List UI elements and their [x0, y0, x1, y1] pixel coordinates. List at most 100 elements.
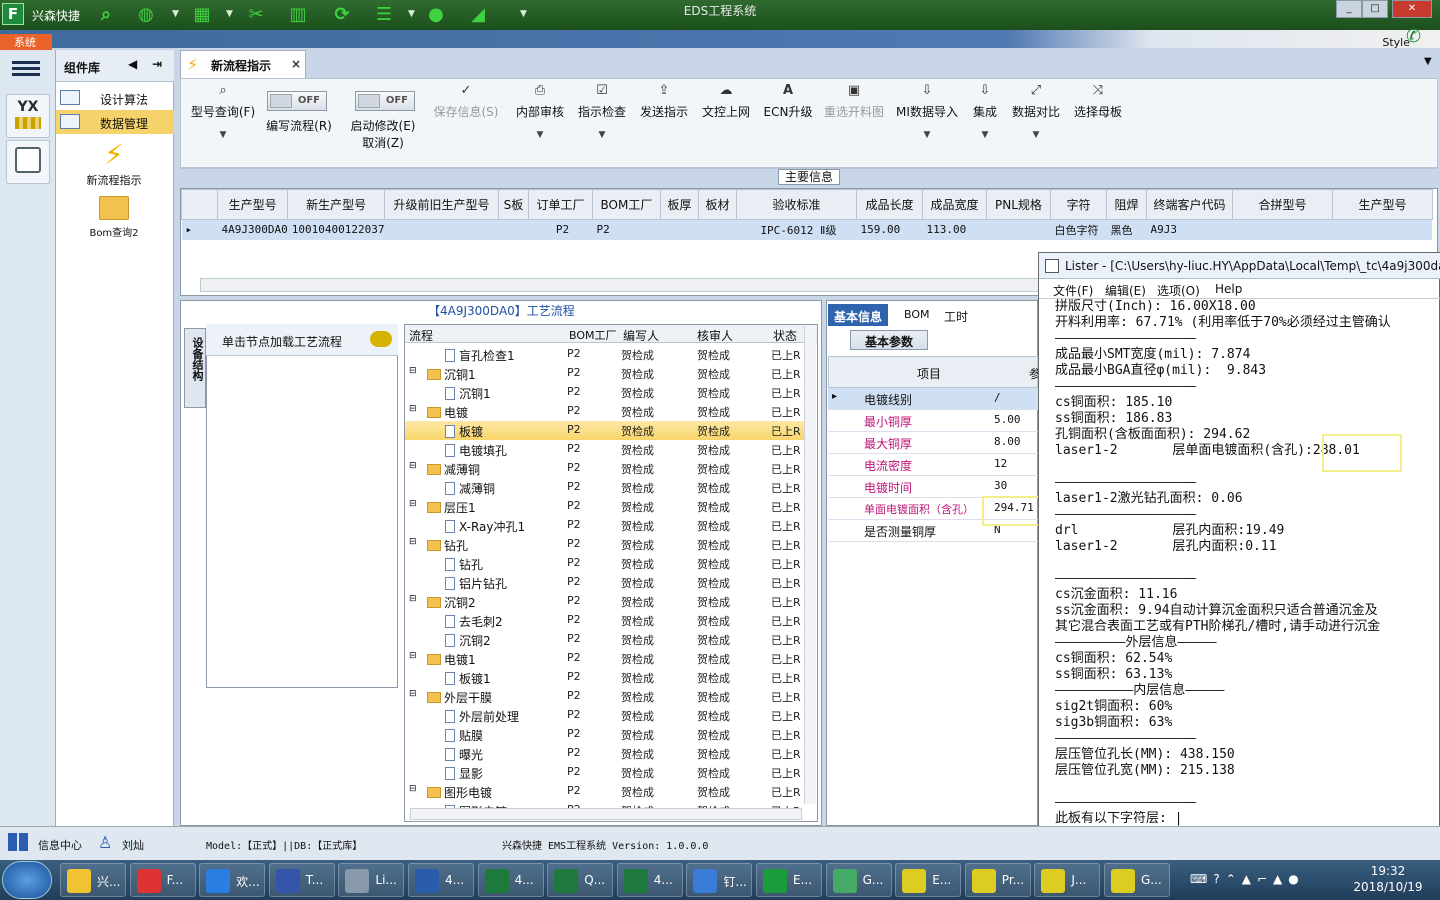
- maximize-button[interactable]: □: [1362, 0, 1388, 18]
- doc-control-online-button[interactable]: ☁ 文控上网: [697, 83, 755, 120]
- menu-edit[interactable]: 编辑(E): [1105, 282, 1146, 299]
- column-header[interactable]: 字符: [1049, 189, 1107, 220]
- menu-file[interactable]: 文件(F): [1053, 282, 1093, 299]
- tree-row[interactable]: 外层前处理 P2 贺检成 贺检成 已上R: [405, 706, 805, 725]
- tree-row[interactable]: 沉铜1 ⊟ P2 贺检成 贺检成 已上R: [405, 364, 805, 383]
- column-header[interactable]: BOM工厂: [591, 189, 661, 220]
- column-header[interactable]: 生产型号: [1331, 189, 1433, 220]
- collapse-toggle-icon[interactable]: ⊟: [409, 594, 417, 604]
- param-row[interactable]: 电镀时间 30: [828, 476, 1038, 498]
- chevron-down-icon[interactable]: ▼: [408, 9, 415, 19]
- tree-row[interactable]: 显影 P2 贺检成 贺检成 已上R: [405, 763, 805, 782]
- tab-equipment-structure[interactable]: 设备结构: [184, 328, 206, 408]
- param-value[interactable]: 30: [994, 479, 1007, 492]
- search-icon[interactable]: ⌕: [94, 3, 118, 27]
- param-row[interactable]: 电流密度 12: [828, 454, 1038, 476]
- tree-node[interactable]: 电镀: [427, 404, 468, 421]
- column-header[interactable]: 订单工厂: [527, 189, 593, 220]
- reselect-cutting-chart-button[interactable]: ▣ 重选开料图: [821, 83, 887, 120]
- tree-row[interactable]: 电镀1 ⊟ P2 贺检成 贺检成 已上R: [405, 649, 805, 668]
- collapse-toggle-icon[interactable]: ⊟: [409, 366, 417, 376]
- column-header[interactable]: 状态: [773, 327, 797, 344]
- column-header[interactable]: BOM工厂: [569, 327, 617, 343]
- tree-node[interactable]: X-Ray冲孔1: [445, 518, 525, 535]
- tree-node[interactable]: 沉铜1: [427, 366, 476, 383]
- tree-node[interactable]: 外层干膜: [427, 689, 492, 706]
- tree-row[interactable]: 沉铜2 P2 贺检成 贺检成 已上R: [405, 630, 805, 649]
- taskbar-item[interactable]: Li...: [338, 863, 405, 897]
- save-info-button[interactable]: ✓ 保存信息(S): [429, 83, 503, 120]
- cancel-edit-label[interactable]: 取消(Z): [341, 134, 425, 151]
- chevron-down-icon[interactable]: ▼: [172, 9, 179, 19]
- tab-bom[interactable]: BOM: [898, 304, 936, 326]
- cell[interactable]: [698, 219, 737, 240]
- cell[interactable]: [384, 219, 499, 240]
- info-center-link[interactable]: 信息中心: [38, 837, 82, 853]
- pin-icon[interactable]: ⇥: [152, 57, 162, 71]
- tree-node[interactable]: 沉铜2: [427, 594, 476, 611]
- taskbar-item[interactable]: 兴...: [60, 863, 126, 897]
- column-header[interactable]: PNL规格: [985, 189, 1051, 220]
- tree-node[interactable]: 钻孔: [427, 537, 468, 554]
- instruction-check-button[interactable]: ☑ 指示检查 ▼: [573, 83, 631, 140]
- chevron-down-icon[interactable]: ▼: [226, 9, 233, 19]
- param-value[interactable]: /: [994, 391, 1001, 404]
- tree-node[interactable]: 沉铜1: [445, 385, 491, 402]
- cell[interactable]: [1332, 219, 1433, 240]
- model-query-button[interactable]: ⌕ 型号查询(F) ▼: [185, 83, 261, 140]
- taskbar-item[interactable]: 钉...: [686, 863, 753, 897]
- tree-row[interactable]: 铝片钻孔 P2 贺检成 贺检成 已上R: [405, 573, 805, 592]
- data-compare-button[interactable]: ⤢ 数据对比 ▼: [1009, 83, 1063, 140]
- minimize-button[interactable]: _: [1336, 0, 1362, 18]
- cell[interactable]: [1232, 219, 1333, 240]
- collapse-toggle-icon[interactable]: ⊟: [409, 404, 417, 414]
- collapse-toggle-icon[interactable]: ⊟: [409, 461, 417, 471]
- lib-item-design-algorithm[interactable]: 设计算法: [56, 86, 174, 110]
- menu-help[interactable]: Help: [1215, 282, 1242, 296]
- tree-node[interactable]: 板镀1: [445, 670, 491, 687]
- param-row[interactable]: 最小铜厚 5.00: [828, 410, 1038, 432]
- tree-node[interactable]: 减薄铜: [445, 480, 495, 497]
- new-process-instruction-item[interactable]: ⚡ 新流程指示: [82, 138, 146, 188]
- tree-node[interactable]: 去毛刺2: [445, 613, 503, 630]
- clock[interactable]: 19:32 2018/10/19: [1348, 863, 1428, 895]
- tree-row[interactable]: 钻孔 P2 贺检成 贺检成 已上R: [405, 554, 805, 573]
- tree-row[interactable]: 减薄铜 ⊟ P2 贺检成 贺检成 已上R: [405, 459, 805, 478]
- tree-row[interactable]: 外层干膜 ⊟ P2 贺检成 贺检成 已上R: [405, 687, 805, 706]
- column-header[interactable]: 核审人: [697, 327, 733, 344]
- chevron-down-icon[interactable]: ▼: [520, 9, 527, 19]
- column-header[interactable]: 板材: [697, 189, 737, 220]
- write-flow-toggle[interactable]: OFF: [267, 91, 327, 111]
- taskbar-item[interactable]: 4...: [616, 863, 683, 897]
- column-header[interactable]: S板: [497, 189, 529, 220]
- column-header[interactable]: 项目: [917, 365, 941, 382]
- tree-node[interactable]: 层压1: [427, 499, 476, 516]
- cell[interactable]: [986, 219, 1051, 240]
- phone-icon[interactable]: ✆: [1406, 26, 1432, 48]
- tree-node[interactable]: 曝光: [445, 746, 483, 763]
- taskbar-item[interactable]: G...: [825, 863, 892, 897]
- vertical-scrollbar[interactable]: [804, 326, 816, 804]
- column-header[interactable]: 升级前旧生产型号: [383, 189, 499, 220]
- param-value[interactable]: 5.00: [994, 413, 1021, 426]
- integrate-button[interactable]: ⇩ 集成 ▼: [965, 83, 1005, 140]
- taskbar-item[interactable]: T...: [268, 863, 335, 897]
- collapse-toggle-icon[interactable]: ⊟: [409, 689, 417, 699]
- scissors-icon[interactable]: ✂: [244, 3, 268, 27]
- tree-row[interactable]: 电镀填孔 P2 贺检成 贺检成 已上R: [405, 440, 805, 459]
- column-header[interactable]: 合拼型号: [1231, 189, 1333, 220]
- tree-node[interactable]: 贴膜: [445, 727, 483, 744]
- ecn-upgrade-button[interactable]: A ECN升级: [759, 83, 817, 120]
- tree-node[interactable]: 外层前处理: [445, 708, 519, 725]
- cell[interactable]: [660, 219, 699, 240]
- cell[interactable]: 159.00: [856, 219, 923, 240]
- taskbar-item[interactable]: F...: [129, 863, 196, 897]
- cell[interactable]: 10010400122037: [287, 219, 385, 240]
- close-tab-icon[interactable]: ×: [291, 57, 301, 71]
- column-header[interactable]: 成品宽度: [921, 189, 987, 220]
- internal-review-button[interactable]: ⎙ 内部审核 ▼: [511, 83, 569, 140]
- tree-node[interactable]: 显影: [445, 765, 483, 782]
- collapse-toggle-icon[interactable]: ⊟: [409, 651, 417, 661]
- tray-icons[interactable]: ⌨?⌃▲⌐▲●: [1190, 872, 1305, 886]
- globe-icon[interactable]: ◍: [134, 3, 158, 27]
